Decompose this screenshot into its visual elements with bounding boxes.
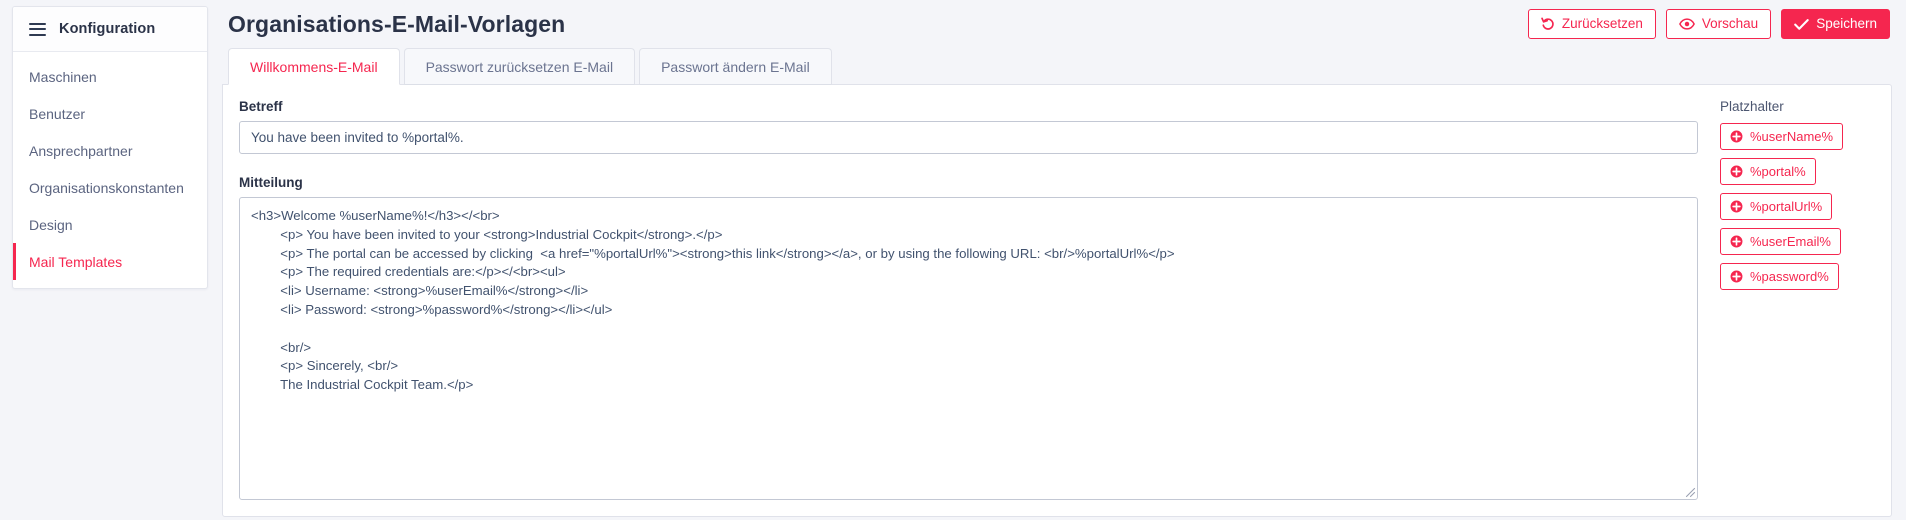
subject-label: Betreff xyxy=(239,99,283,114)
placeholder-button-label: %password% xyxy=(1750,269,1829,284)
template-editor-card: Betreff Mitteilung <h3>Welcome %userName… xyxy=(222,84,1892,517)
hamburger-icon[interactable] xyxy=(29,22,46,36)
editor-layout: Betreff Mitteilung <h3>Welcome %userName… xyxy=(239,99,1875,500)
tab-label: Willkommens-E-Mail xyxy=(250,58,378,75)
header-actions: Zurücksetzen Vorschau Speichern xyxy=(1527,9,1890,39)
editor-form: Betreff Mitteilung <h3>Welcome %userName… xyxy=(239,99,1698,500)
sidebar-item-label: Organisationskonstanten xyxy=(29,179,184,196)
sidebar-item-label: Benutzer xyxy=(29,105,86,122)
placeholder-button-label: %portalUrl% xyxy=(1750,199,1823,214)
sidebar-item-organisationskonstanten[interactable]: Organisationskonstanten xyxy=(13,169,207,206)
plus-circle-icon xyxy=(1730,165,1743,178)
reset-button-label: Zurücksetzen xyxy=(1561,16,1643,32)
eye-icon xyxy=(1678,17,1695,31)
tab-label: Passwort zurücksetzen E-Mail xyxy=(425,58,614,75)
message-field-wrap: <h3>Welcome %userName%!</h3></<br> <p> Y… xyxy=(239,197,1698,500)
sidebar-item-design[interactable]: Design xyxy=(13,206,207,243)
placeholder-panel: Platzhalter %userName% %portal% %portalU… xyxy=(1720,99,1875,500)
save-button[interactable]: Speichern xyxy=(1781,9,1890,39)
placeholder-button-label: %portal% xyxy=(1750,164,1806,179)
sidebar-item-label: Ansprechpartner xyxy=(29,142,133,159)
preview-button[interactable]: Vorschau xyxy=(1665,9,1772,39)
page-title: Organisations-E-Mail-Vorlagen xyxy=(228,10,566,37)
app-root: Konfiguration Maschinen Benutzer Ansprec… xyxy=(0,0,1906,520)
check-icon xyxy=(1794,18,1809,31)
placeholder-button-password[interactable]: %password% xyxy=(1720,263,1839,290)
plus-circle-icon xyxy=(1730,270,1743,283)
save-button-label: Speichern xyxy=(1816,16,1877,32)
page-header: Organisations-E-Mail-Vorlagen Zurücksetz… xyxy=(222,0,1892,48)
placeholder-panel-label: Platzhalter xyxy=(1720,99,1784,114)
placeholder-button-label: %userEmail% xyxy=(1750,234,1831,249)
reset-button[interactable]: Zurücksetzen xyxy=(1527,9,1656,39)
message-label: Mitteilung xyxy=(239,175,303,190)
sidebar-item-mail-templates[interactable]: Mail Templates xyxy=(13,243,207,280)
sidebar-nav: Maschinen Benutzer Ansprechpartner Organ… xyxy=(13,52,207,288)
tab-willkommens-email[interactable]: Willkommens-E-Mail xyxy=(228,48,400,85)
sidebar-item-label: Maschinen xyxy=(29,68,97,85)
sidebar: Konfiguration Maschinen Benutzer Ansprec… xyxy=(12,6,208,289)
placeholder-button-useremail[interactable]: %userEmail% xyxy=(1720,228,1841,255)
placeholder-button-portal[interactable]: %portal% xyxy=(1720,158,1816,185)
field-spacer xyxy=(239,154,1698,175)
tab-passwort-aendern-email[interactable]: Passwort ändern E-Mail xyxy=(639,48,832,85)
preview-button-label: Vorschau xyxy=(1701,16,1759,32)
plus-circle-icon xyxy=(1730,235,1743,248)
plus-circle-icon xyxy=(1730,130,1743,143)
tab-bar: Willkommens-E-Mail Passwort zurücksetzen… xyxy=(222,48,1892,85)
plus-circle-icon xyxy=(1730,200,1743,213)
message-textarea[interactable]: <h3>Welcome %userName%!</h3></<br> <p> Y… xyxy=(239,197,1698,500)
subject-input[interactable] xyxy=(239,121,1698,154)
sidebar-item-maschinen[interactable]: Maschinen xyxy=(13,58,207,95)
sidebar-title: Konfiguration xyxy=(59,21,156,37)
tab-label: Passwort ändern E-Mail xyxy=(661,58,810,75)
sidebar-item-label: Design xyxy=(29,216,73,233)
placeholder-button-portalurl[interactable]: %portalUrl% xyxy=(1720,193,1833,220)
undo-icon xyxy=(1541,17,1555,31)
placeholder-button-username[interactable]: %userName% xyxy=(1720,123,1844,150)
main-content: Organisations-E-Mail-Vorlagen Zurücksetz… xyxy=(208,0,1906,520)
sidebar-item-ansprechpartner[interactable]: Ansprechpartner xyxy=(13,132,207,169)
placeholder-button-label: %userName% xyxy=(1750,129,1834,144)
tab-passwort-zuruecksetzen-email[interactable]: Passwort zurücksetzen E-Mail xyxy=(403,48,636,85)
sidebar-item-label: Mail Templates xyxy=(29,253,123,270)
sidebar-item-benutzer[interactable]: Benutzer xyxy=(13,95,207,132)
sidebar-header: Konfiguration xyxy=(13,7,207,52)
